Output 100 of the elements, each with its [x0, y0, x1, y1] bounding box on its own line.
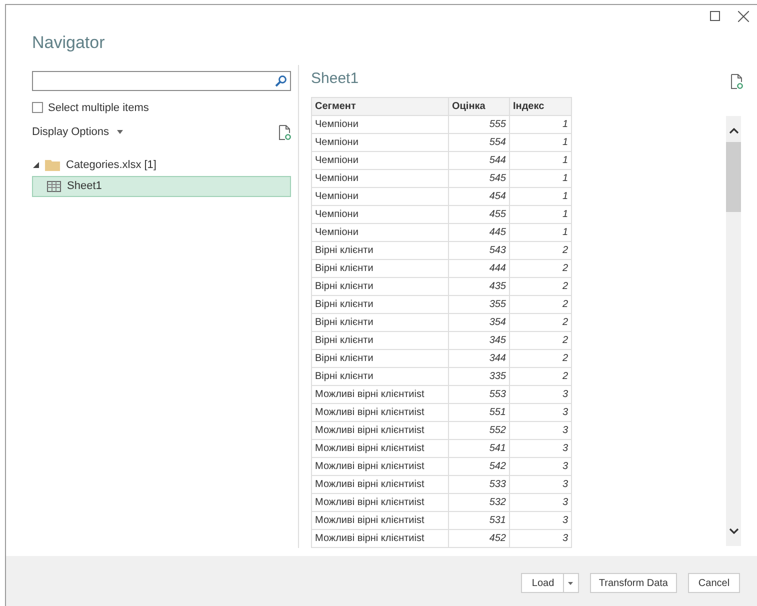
table-cell: Чемпіони: [312, 169, 448, 187]
table-cell: 3: [510, 457, 572, 475]
table-cell: Можливі вірні клієнтиіst: [312, 439, 448, 457]
tree-item[interactable]: Sheet1: [32, 176, 291, 196]
table-cell: 542: [448, 457, 510, 475]
table-cell: Можливі вірні клієнтиіst: [312, 421, 448, 439]
scroll-up-icon[interactable]: [728, 128, 738, 134]
table-cell: Можливі вірні клієнтиіst: [312, 403, 448, 421]
tree-item-label: Categories.xlsx [1]: [66, 158, 156, 173]
table-cell: Чемпіони: [312, 115, 448, 133]
table-cell: Вірні клієнти: [312, 295, 448, 313]
table-cell: 3: [510, 475, 572, 493]
preview-title: Sheet1: [311, 69, 359, 89]
table-cell: 1: [510, 115, 572, 133]
search-field[interactable]: [32, 70, 291, 90]
table-cell: 2: [510, 295, 572, 313]
table-cell: 551: [448, 403, 510, 421]
table-cell: 2: [510, 313, 572, 331]
table-cell: 444: [448, 259, 510, 277]
table-cell: Вірні клієнти: [312, 241, 448, 259]
table-cell: Можливі вірні клієнтиіst: [312, 475, 448, 493]
checkbox[interactable]: [32, 102, 43, 114]
table-cell: 544: [448, 151, 510, 169]
table-cell: 532: [448, 493, 510, 511]
table-cell: Можливі вірні клієнтиіst: [312, 457, 448, 475]
table-cell: 2: [510, 241, 572, 259]
table-cell: 3: [510, 439, 572, 457]
display-options-dropdown[interactable]: Display Options: [32, 124, 124, 140]
table-cell: Можливі вірні клієнтиіst: [312, 511, 448, 529]
table-cell: 3: [510, 529, 572, 547]
table-cell: Можливі вірні клієнтиіst: [312, 385, 448, 403]
table-cell: Вірні клієнти: [312, 277, 448, 295]
table-cell: Чемпіони: [312, 151, 448, 169]
table-cell: 2: [510, 259, 572, 277]
table-cell: 3: [510, 385, 572, 403]
vertical-scrollbar[interactable]: [726, 116, 741, 546]
scrollbar-thumb[interactable]: [726, 142, 741, 212]
folder-icon: [45, 159, 60, 171]
table-cell: 1: [510, 223, 572, 241]
caret-icon: [117, 130, 124, 134]
column-header[interactable]: Сегмент: [312, 97, 448, 115]
table-cell: 3: [510, 421, 572, 439]
table-cell: 1: [510, 151, 572, 169]
scroll-down-icon[interactable]: [728, 528, 738, 534]
table-cell: 2: [510, 349, 572, 367]
table-cell: 545: [448, 169, 510, 187]
table-cell: Чемпіони: [312, 223, 448, 241]
column-header[interactable]: Оцінка: [448, 97, 510, 115]
dialog-button[interactable]: Cancel: [688, 573, 740, 593]
dialog-button[interactable]: Transform Data: [590, 573, 677, 593]
table-cell: Вірні клієнти: [312, 367, 448, 385]
refresh-file-icon[interactable]: [731, 74, 743, 89]
table-cell: Чемпіони: [312, 205, 448, 223]
table-cell: 1: [510, 205, 572, 223]
table-cell: 533: [448, 475, 510, 493]
table-cell: 552: [448, 421, 510, 439]
table-cell: Вірні клієнти: [312, 349, 448, 367]
table-cell: Чемпіони: [312, 187, 448, 205]
close-button[interactable]: [736, 9, 750, 23]
table-icon: [47, 180, 61, 192]
table-cell: 555: [448, 115, 510, 133]
table-cell: 454: [448, 187, 510, 205]
table-cell: 1: [510, 133, 572, 151]
table-cell: Вірні клієнти: [312, 313, 448, 331]
table-cell: 1: [510, 169, 572, 187]
table-cell: 1: [510, 187, 572, 205]
table-cell: 344: [448, 349, 510, 367]
expand-arrow-icon[interactable]: [33, 162, 39, 168]
checkbox-label: Select multiple items: [48, 100, 149, 116]
window-title: Navigator: [32, 32, 105, 54]
column-header[interactable]: Індекс: [510, 97, 572, 115]
maximize-button[interactable]: [708, 9, 722, 23]
table-cell: 3: [510, 511, 572, 529]
table-cell: 355: [448, 295, 510, 313]
table-cell: 455: [448, 205, 510, 223]
table-cell: 445: [448, 223, 510, 241]
tree-item-label: Sheet1: [67, 178, 102, 194]
table-cell: 554: [448, 133, 510, 151]
table-cell: 541: [448, 439, 510, 457]
table-cell: 2: [510, 277, 572, 295]
table-cell: Вірні клієнти: [312, 259, 448, 277]
caret-icon: [568, 582, 574, 584]
search-icon: [275, 74, 287, 86]
table-cell: Чемпіони: [312, 133, 448, 151]
tree-item[interactable]: Categories.xlsx [1]: [32, 154, 291, 176]
table-cell: 435: [448, 277, 510, 295]
table-cell: 335: [448, 367, 510, 385]
table-cell: Можливі вірні клієнтиіst: [312, 493, 448, 511]
table-cell: 3: [510, 403, 572, 421]
table-cell: 543: [448, 241, 510, 259]
table-cell: 3: [510, 493, 572, 511]
table-cell: Можливі вірні клієнтиіst: [312, 529, 448, 547]
table-cell: 345: [448, 331, 510, 349]
table-cell: 354: [448, 313, 510, 331]
table-cell: Вірні клієнти: [312, 331, 448, 349]
table-cell: 2: [510, 367, 572, 385]
refresh-file-icon[interactable]: [279, 124, 291, 140]
table-cell: 452: [448, 529, 510, 547]
table-cell: 531: [448, 511, 510, 529]
table-cell: 553: [448, 385, 510, 403]
